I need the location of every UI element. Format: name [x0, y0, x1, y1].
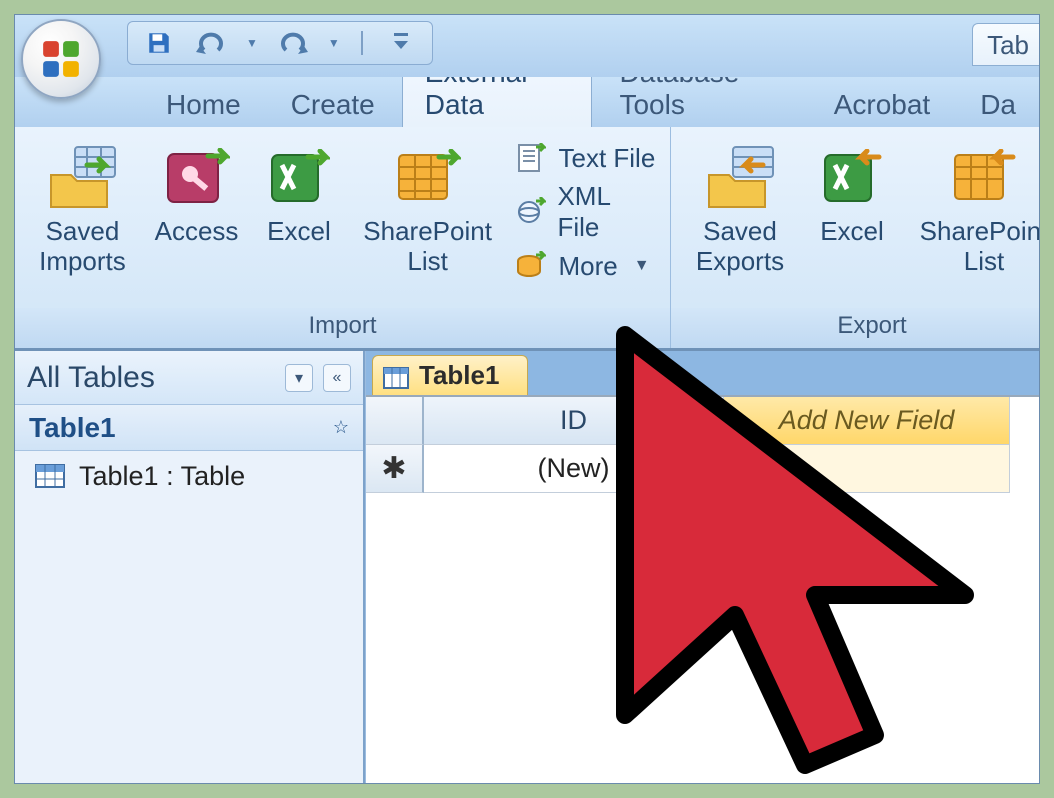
table-icon — [35, 464, 65, 490]
import-xmlfile-label: XML File — [557, 181, 656, 243]
saved-exports-button[interactable]: Saved Exports — [685, 137, 795, 277]
excel-icon — [821, 149, 883, 207]
ribbon-tabstrip: Home Create External Data Database Tools… — [15, 77, 1039, 127]
export-excel-label: Excel — [820, 217, 884, 247]
import-access-label: Access — [155, 217, 239, 247]
select-all-cell[interactable] — [366, 397, 424, 445]
tab-create[interactable]: Create — [268, 80, 398, 127]
access-icon — [164, 148, 230, 208]
row-selector-new[interactable]: ✱ — [366, 445, 424, 493]
ribbon-group-import: Saved Imports Access — [15, 127, 671, 348]
datasheet-area: Table1 ID Add New Field ✱ (New) — [365, 351, 1039, 783]
object-tab-table1[interactable]: Table1 — [372, 355, 528, 395]
import-more-label: More — [558, 251, 617, 282]
column-header-id[interactable]: ID — [424, 397, 724, 445]
navpane-collapse-button[interactable]: « — [323, 364, 351, 392]
group-label-export: Export — [671, 308, 1040, 348]
saved-exports-label: Saved Exports — [696, 217, 784, 277]
saved-imports-label: Saved Imports — [39, 217, 126, 277]
table-icon — [383, 365, 409, 387]
navpane-menu-button[interactable]: ▾ — [285, 364, 313, 392]
new-record-icon: ✱ — [381, 451, 406, 486]
import-excel-button[interactable]: Excel — [257, 137, 341, 247]
quick-access-toolbar: ▼ ▼ — [127, 21, 433, 65]
object-tabbar: Table1 — [366, 351, 1039, 395]
ribbon: Saved Imports Access — [15, 127, 1039, 349]
column-header-add-new-field[interactable]: Add New Field — [724, 397, 1010, 445]
export-sharepoint-button[interactable]: SharePoint List — [909, 137, 1040, 277]
ribbon-group-export: Saved Exports Excel — [671, 127, 1040, 348]
sharepoint-list-icon — [951, 149, 1017, 207]
redo-button[interactable] — [276, 26, 310, 60]
navigation-pane: All Tables ▾ « Table1 ☆ Table1 : Table — [15, 351, 365, 783]
sharepoint-list-icon — [395, 149, 461, 207]
undo-icon — [196, 32, 226, 54]
app-window: ▼ ▼ Tab Home Create External Data Databa… — [14, 14, 1040, 784]
chevron-down-icon[interactable]: ▼ — [246, 36, 258, 50]
import-more-button[interactable]: More ▼ — [514, 249, 656, 283]
import-textfile-button[interactable]: Text File — [514, 141, 656, 175]
nav-item-table1[interactable]: Table1 : Table — [15, 451, 363, 502]
import-more-list: Text File XML File More ▼ — [514, 137, 656, 283]
cell-id-new[interactable]: (New) — [424, 445, 724, 493]
qat-separator — [358, 29, 366, 57]
chevron-down-icon[interactable]: ▼ — [328, 36, 340, 50]
contextual-tab-label: Tab — [972, 23, 1039, 66]
undo-button[interactable] — [194, 26, 228, 60]
titlebar: ▼ ▼ Tab — [15, 15, 1039, 77]
nav-group-header[interactable]: Table1 ☆ — [15, 405, 363, 451]
cell-newfield[interactable] — [724, 445, 1010, 493]
group-label-import: Import — [15, 308, 670, 348]
import-access-button[interactable]: Access — [150, 137, 243, 247]
import-sharepoint-label: SharePoint List — [363, 217, 492, 277]
tab-acrobat[interactable]: Acrobat — [811, 80, 954, 127]
customize-icon — [392, 31, 410, 55]
saved-imports-button[interactable]: Saved Imports — [29, 137, 136, 277]
navpane-title[interactable]: All Tables — [27, 361, 275, 395]
saved-exports-icon — [705, 145, 775, 211]
save-icon — [146, 30, 172, 56]
import-textfile-label: Text File — [558, 143, 655, 174]
nav-group-title: Table1 — [29, 412, 116, 444]
datasheet-grid: ID Add New Field ✱ (New) — [366, 395, 1039, 493]
tab-partial[interactable]: Da — [957, 80, 1039, 127]
new-record-row[interactable]: ✱ (New) — [366, 445, 1039, 493]
navpane-header: All Tables ▾ « — [15, 351, 363, 405]
export-sharepoint-label: SharePoint List — [920, 217, 1040, 277]
collapse-icon: « — [333, 369, 342, 387]
import-sharepoint-button[interactable]: SharePoint List — [355, 137, 501, 277]
object-tab-label: Table1 — [419, 360, 499, 391]
nav-item-label: Table1 : Table — [79, 461, 245, 492]
xmlfile-icon — [514, 195, 547, 229]
import-excel-label: Excel — [267, 217, 331, 247]
save-button[interactable] — [142, 26, 176, 60]
chevron-up-icon: ☆ — [333, 417, 349, 438]
export-excel-button[interactable]: Excel — [809, 137, 895, 247]
office-logo-icon — [40, 38, 82, 80]
chevron-down-icon: ▼ — [634, 257, 650, 275]
office-button[interactable] — [21, 19, 101, 99]
chevron-down-icon: ▾ — [295, 368, 303, 388]
excel-icon — [268, 149, 330, 207]
saved-imports-icon — [47, 145, 117, 211]
textfile-icon — [514, 141, 548, 175]
column-header-row: ID Add New Field — [366, 397, 1039, 445]
qat-customize-button[interactable] — [384, 26, 418, 60]
more-icon — [514, 249, 548, 283]
import-xmlfile-button[interactable]: XML File — [514, 181, 656, 243]
work-area: All Tables ▾ « Table1 ☆ Table1 : Table — [15, 349, 1039, 783]
redo-icon — [278, 32, 308, 54]
tab-home[interactable]: Home — [143, 80, 264, 127]
